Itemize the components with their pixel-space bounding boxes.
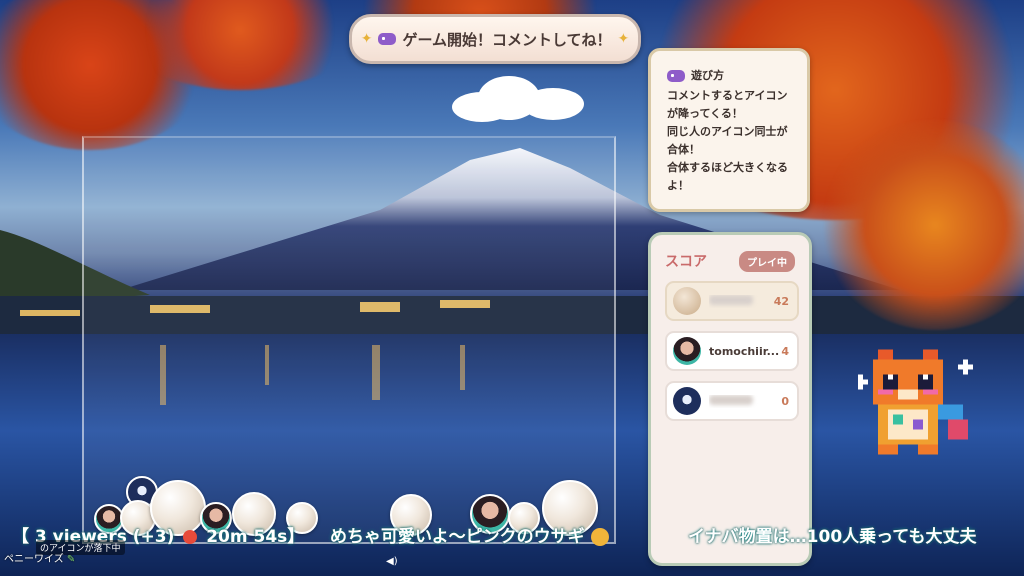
score-row: 0 xyxy=(665,381,799,421)
avatar xyxy=(673,287,701,315)
status-badge: プレイ中 xyxy=(739,251,795,272)
how-to-line: 合体するほど大きくなる xyxy=(667,161,788,174)
score-title: スコア xyxy=(665,254,707,270)
speaker-icon[interactable]: ◀) xyxy=(386,556,398,567)
game-start-banner: ✦ ゲーム開始！コメントしてね！ ✦ xyxy=(349,14,641,64)
smile-emoji-icon xyxy=(590,528,609,546)
pencil-icon: ✎ xyxy=(66,554,76,565)
player-points: 42 xyxy=(773,294,789,308)
game-scene: ✦ ゲーム開始！コメントしてね！ ✦ 遊び方 コメントするとアイコン が降ってく… xyxy=(0,0,1024,576)
score-panel: スコア プレイ中 42 tomochiir... 4 0 xyxy=(648,232,812,566)
player-name-hidden xyxy=(709,294,753,305)
ticker-comment: めちゃ可愛いよ～ピンクのウサギ xyxy=(330,522,609,547)
avatar xyxy=(673,387,701,415)
ticker-comment: イナバ物置は…100人乗っても大丈夫 xyxy=(688,527,977,547)
how-to-play-title: 遊び方 xyxy=(691,69,724,82)
player-name: tomochiir... xyxy=(709,344,780,358)
score-row: tomochiir... 4 xyxy=(665,331,799,371)
game-play-area xyxy=(82,136,616,544)
sub-label-text: ペニーワイズ xyxy=(4,554,64,565)
player-points: 0 xyxy=(781,394,789,408)
gamepad-icon xyxy=(378,33,397,45)
player-name-hidden xyxy=(709,394,753,405)
clock-icon xyxy=(183,530,198,544)
elapsed-time: 20m 54s】 xyxy=(206,527,305,547)
banner-text: ゲーム開始！コメントしてね！ xyxy=(402,30,612,49)
pixel-cat-mascot xyxy=(858,349,973,455)
sparkle-icon: ✦ xyxy=(360,31,373,47)
avatar xyxy=(673,337,701,365)
gamepad-icon xyxy=(667,70,685,82)
player-points: 4 xyxy=(781,344,789,358)
how-to-line: 合体！ xyxy=(667,143,700,156)
how-to-line: 同じ人のアイコン同士が xyxy=(667,125,788,138)
score-row: 42 xyxy=(665,281,799,321)
sparkle-icon: ✦ xyxy=(617,31,630,47)
how-to-line: が降ってくる！ xyxy=(667,107,743,120)
how-to-line: コメントするとアイコン xyxy=(667,89,788,102)
comment-ticker: 【 3 viewers (+3) 20m 54s】 めちゃ可愛いよ～ピンクのウサ… xyxy=(0,518,1024,548)
cloud-dropper xyxy=(452,74,584,122)
sub-label: ペニーワイズ ✎ xyxy=(4,550,75,565)
how-to-play-panel: 遊び方 コメントするとアイコン が降ってくる！ 同じ人のアイコン同士が 合体！ … xyxy=(648,48,810,212)
how-to-line: よ！ xyxy=(667,179,689,192)
ticker-comment-text: めちゃ可愛いよ～ピンクのウサギ xyxy=(330,527,585,547)
